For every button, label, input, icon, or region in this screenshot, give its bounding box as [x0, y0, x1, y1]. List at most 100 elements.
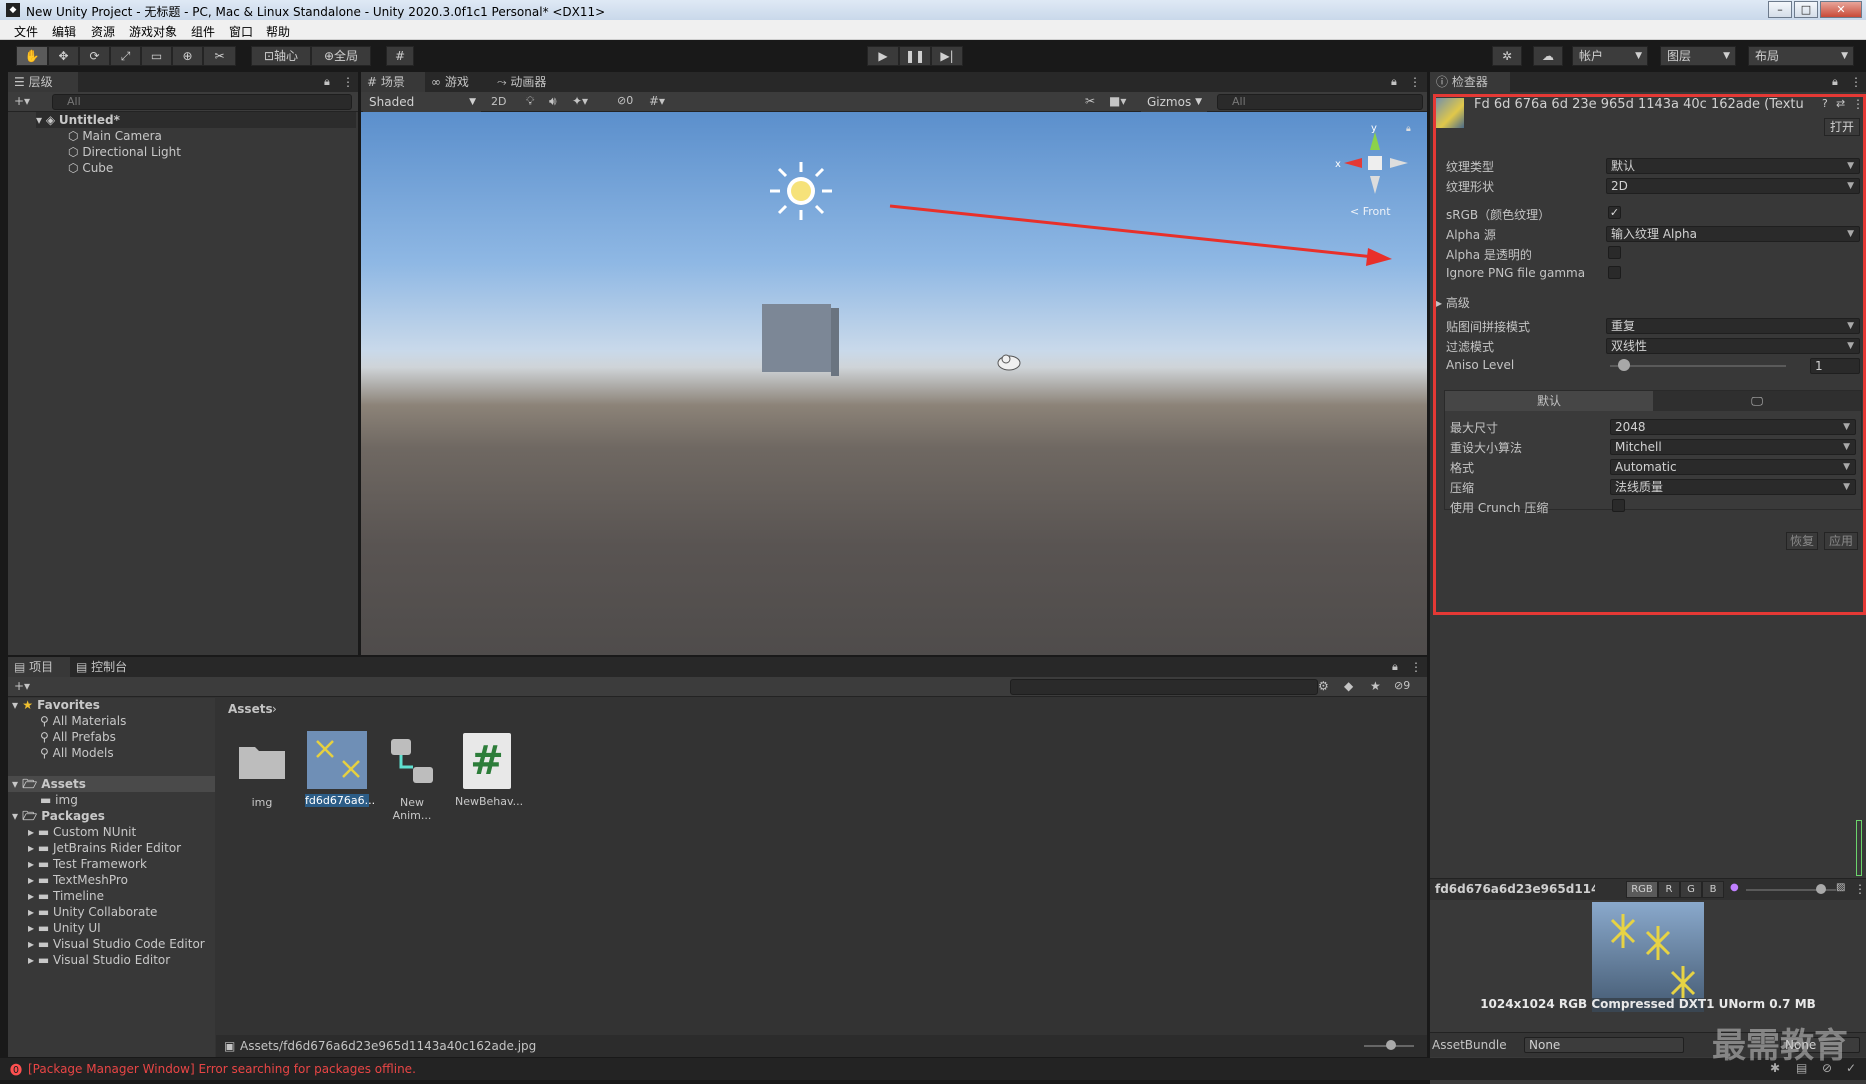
- hierarchy-search-input[interactable]: All: [52, 94, 352, 110]
- asset-item[interactable]: # NewBehav...: [455, 733, 523, 808]
- grid-icon[interactable]: #▾: [649, 94, 665, 108]
- cube-object[interactable]: [762, 304, 839, 376]
- audio-icon[interactable]: 🔊︎: [549, 94, 557, 109]
- add-icon[interactable]: +▾: [14, 94, 30, 108]
- maximize-button[interactable]: □: [1794, 1, 1818, 18]
- more-icon[interactable]: ⋮: [1409, 75, 1421, 89]
- global-toggle-button[interactable]: ⊕全局: [311, 46, 371, 66]
- more-icon[interactable]: ⋮: [342, 75, 354, 89]
- menu-gameobject[interactable]: 游戏对象: [129, 23, 177, 40]
- tools-icon[interactable]: ✂: [1085, 94, 1095, 108]
- add-icon[interactable]: +▾: [14, 679, 30, 693]
- scale-tool-icon[interactable]: ⤢: [110, 46, 141, 66]
- hierarchy-item[interactable]: ⬡ Cube: [68, 160, 113, 176]
- gizmos-dropdown[interactable]: Gizmos ▼: [1141, 93, 1207, 113]
- package-item[interactable]: ▸ ▬ TextMeshPro: [28, 872, 128, 888]
- menu-edit[interactable]: 编辑: [52, 23, 76, 40]
- tab-console[interactable]: ▤ 控制台: [70, 657, 148, 677]
- hidden-packages-icon[interactable]: ⊘9: [1394, 679, 1410, 692]
- collab-icon[interactable]: ✲: [1492, 46, 1522, 66]
- effects-icon[interactable]: ✦▾: [572, 94, 588, 108]
- more-icon[interactable]: ⋮: [1410, 660, 1422, 674]
- lock-icon[interactable]: 🔒︎: [324, 75, 330, 89]
- package-item[interactable]: ▸ ▬ Unity UI: [28, 920, 101, 936]
- search-by-type-icon[interactable]: ⚙: [1318, 679, 1329, 693]
- shading-dropdown[interactable]: Shaded ▼: [363, 93, 481, 113]
- assets-foldout[interactable]: ▾ 🗁︎ Assets: [8, 776, 215, 792]
- asset-item-selected[interactable]: fd6d676a6...: [305, 731, 375, 807]
- pause-button[interactable]: ❚❚: [899, 46, 931, 66]
- scene-search-input[interactable]: All: [1217, 94, 1423, 110]
- directional-light-icon[interactable]: [768, 160, 834, 222]
- orientation-gizmo[interactable]: y x: [1330, 120, 1410, 200]
- favorite-item[interactable]: ⚲ All Prefabs: [40, 729, 116, 745]
- favorite-star-icon[interactable]: ★: [1370, 679, 1381, 693]
- layout-dropdown[interactable]: 布局 ▼: [1748, 46, 1854, 66]
- play-button[interactable]: ▶: [867, 46, 899, 66]
- package-item[interactable]: ▸ ▬ Test Framework: [28, 856, 147, 872]
- project-search-input[interactable]: [1010, 679, 1318, 695]
- packages-foldout[interactable]: ▾ 🗁︎ Packages: [12, 808, 105, 824]
- hierarchy-item[interactable]: ⬡ Directional Light: [68, 144, 181, 160]
- alpha-channel-icon[interactable]: ●: [1730, 882, 1739, 893]
- scene-viewport[interactable]: [361, 112, 1427, 655]
- view-label[interactable]: < Front: [1350, 205, 1391, 218]
- tree-folder-img[interactable]: ▬ img: [40, 792, 78, 808]
- menu-component[interactable]: 组件: [191, 23, 215, 40]
- rotate-tool-icon[interactable]: ⟳: [79, 46, 110, 66]
- favorite-item[interactable]: ⚲ All Models: [40, 745, 114, 761]
- search-by-label-icon[interactable]: ◆: [1344, 679, 1353, 693]
- favorites-foldout[interactable]: ▾ ★ Favorites: [12, 697, 100, 713]
- lighting-icon[interactable]: 💡︎: [526, 94, 534, 109]
- lock-icon[interactable]: 🔒︎: [1392, 660, 1398, 674]
- gizmo-lock-icon[interactable]: 🔒︎: [1406, 124, 1411, 134]
- mip-icon[interactable]: ▨: [1836, 882, 1845, 893]
- tab-hierarchy[interactable]: ☰ 层级: [8, 72, 78, 92]
- lock-icon[interactable]: 🔒︎: [1832, 75, 1838, 89]
- lock-icon[interactable]: 🔒︎: [1391, 75, 1397, 89]
- tab-animator[interactable]: ⤳ 动画器: [491, 72, 571, 92]
- grid-snap-icon[interactable]: #: [386, 46, 414, 66]
- transform-tool-icon[interactable]: ⊕: [172, 46, 203, 66]
- camera-icon[interactable]: ■▾: [1109, 94, 1126, 108]
- asset-item[interactable]: New Anim...: [380, 735, 444, 822]
- breadcrumb-assets[interactable]: Assets: [228, 702, 273, 716]
- package-item[interactable]: ▸ ▬ Visual Studio Code Editor: [28, 936, 205, 952]
- hierarchy-item[interactable]: ⬡ Main Camera: [68, 128, 162, 144]
- hidden-objects-icon[interactable]: ⊘0: [617, 94, 633, 107]
- menu-file[interactable]: 文件: [14, 23, 38, 40]
- more-icon[interactable]: ⋮: [1850, 75, 1862, 89]
- move-tool-icon[interactable]: ✥: [48, 46, 79, 66]
- tab-scene[interactable]: # 场景: [361, 72, 425, 92]
- channel-b-button[interactable]: B: [1702, 881, 1724, 898]
- package-item[interactable]: ▸ ▬ Custom NUnit: [28, 824, 136, 840]
- cloud-icon[interactable]: ☁: [1533, 46, 1563, 66]
- package-item[interactable]: ▸ ▬ JetBrains Rider Editor: [28, 840, 181, 856]
- channel-rgb-button[interactable]: RGB: [1626, 881, 1658, 898]
- scroll-indicator[interactable]: [1856, 820, 1862, 876]
- scene-row[interactable]: ▾ ◈ Untitled*: [36, 112, 356, 128]
- layers-dropdown[interactable]: 图层 ▼: [1660, 46, 1736, 66]
- rect-tool-icon[interactable]: ▭: [141, 46, 172, 66]
- package-item[interactable]: ▸ ▬ Visual Studio Editor: [28, 952, 170, 968]
- scene-camera-icon[interactable]: [996, 352, 1024, 372]
- pivot-toggle-button[interactable]: ⊡轴心: [251, 46, 311, 66]
- menu-assets[interactable]: 资源: [91, 23, 115, 40]
- hand-tool-icon[interactable]: ✋: [16, 46, 48, 66]
- tab-project[interactable]: ▤ 项目: [8, 657, 70, 677]
- favorite-item[interactable]: ⚲ All Materials: [40, 713, 126, 729]
- channel-g-button[interactable]: G: [1680, 881, 1702, 898]
- mode-2d-button[interactable]: 2D: [491, 95, 506, 108]
- tab-inspector[interactable]: ⓘ 检查器: [1430, 72, 1510, 92]
- menu-window[interactable]: 窗口: [229, 23, 253, 40]
- more-icon[interactable]: ⋮: [1854, 882, 1866, 896]
- minimize-button[interactable]: –: [1768, 1, 1792, 18]
- custom-tool-icon[interactable]: ✂: [203, 46, 236, 66]
- asset-item[interactable]: img: [230, 735, 294, 809]
- close-button[interactable]: ✕: [1820, 1, 1862, 18]
- account-dropdown[interactable]: 帐户 ▼: [1572, 46, 1648, 66]
- menu-help[interactable]: 帮助: [266, 23, 290, 40]
- status-error-message[interactable]: [Package Manager Window] Error searching…: [28, 1062, 416, 1076]
- mip-slider-thumb[interactable]: [1816, 884, 1826, 894]
- tab-game[interactable]: ∞ 游戏: [425, 72, 491, 92]
